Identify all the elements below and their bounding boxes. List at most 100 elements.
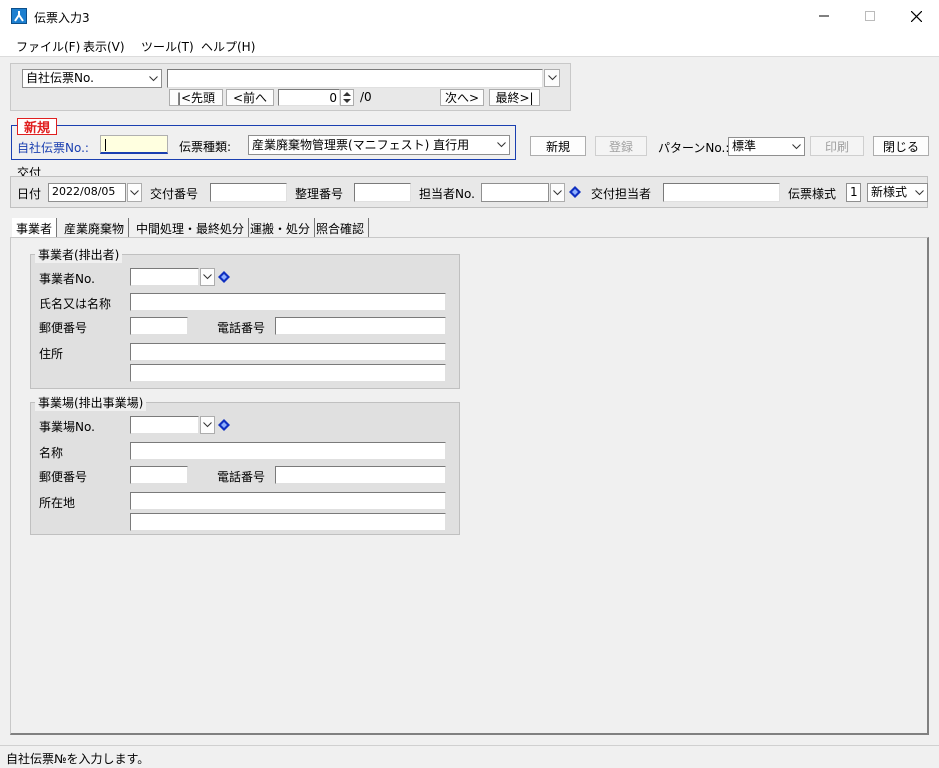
close-form-button[interactable]: 閉じる (873, 136, 929, 156)
register-button[interactable]: 登録 (595, 136, 647, 156)
format-label: 伝票様式 (788, 187, 837, 201)
business-zip-input[interactable] (130, 317, 188, 335)
issuer-input[interactable] (663, 183, 780, 202)
menu-view[interactable]: 表示(V) (83, 38, 125, 55)
chevron-down-icon (788, 138, 804, 155)
minimize-button[interactable] (801, 0, 847, 32)
issue-no-input[interactable] (210, 183, 287, 202)
tab-transport-disposal[interactable]: 運搬・処分 (246, 218, 316, 238)
business-dropdown-button[interactable] (200, 268, 215, 286)
slip-type-label: 伝票種類: (179, 140, 232, 154)
search-dropdown-button[interactable] (544, 69, 560, 87)
business-tel-input[interactable] (275, 317, 446, 335)
site-no-input[interactable] (130, 416, 199, 434)
business-zip-label: 郵便番号 (39, 321, 88, 335)
app-icon (11, 8, 27, 24)
staff-no-input[interactable] (481, 183, 549, 202)
new-mode-badge: 新規 (17, 118, 57, 136)
site-zip-input[interactable] (130, 466, 188, 484)
menu-tools[interactable]: ツール(T) (141, 38, 194, 55)
tab-intermediate-final[interactable]: 中間処理・最終処分 (132, 218, 250, 238)
next-button[interactable]: 次へ> (440, 89, 484, 106)
slip-type-value: 産業廃棄物管理票(マニフェスト) 直行用 (252, 138, 470, 152)
minimize-icon (819, 15, 829, 17)
text-caret (105, 139, 106, 151)
chevron-down-icon (911, 184, 927, 201)
record-total: /0 (360, 90, 372, 104)
chevron-down-icon (130, 189, 139, 195)
first-button[interactable]: |<先頭 (169, 89, 223, 106)
menu-help[interactable]: ヘルプ(H) (201, 38, 255, 55)
site-zip-label: 郵便番号 (39, 470, 88, 484)
pattern-label: パターンNo.: (658, 141, 730, 155)
tab-verification[interactable]: 照合確認 (312, 218, 370, 238)
business-name-label: 氏名又は名称 (39, 297, 112, 311)
business-address-line1[interactable] (130, 343, 446, 361)
date-picker-button[interactable] (127, 183, 142, 202)
ref-no-label: 整理番号 (295, 187, 344, 201)
site-group-title: 事業場(排出事業場) (35, 394, 147, 411)
format-no-value: 1 (850, 185, 858, 199)
site-no-label: 事業場No. (39, 420, 95, 434)
business-lookup-button[interactable] (218, 271, 230, 283)
chevron-down-icon (203, 422, 212, 428)
site-tel-label: 電話番号 (217, 470, 266, 484)
record-counter-value: 0 (329, 91, 337, 105)
record-counter[interactable]: 0 (278, 89, 340, 106)
format-select[interactable]: 新様式 (867, 183, 928, 202)
tab-industrial-waste[interactable]: 産業廃棄物 (60, 218, 130, 238)
staff-no-label: 担当者No. (419, 187, 475, 201)
prev-button[interactable]: <前へ (226, 89, 274, 106)
chevron-down-icon (145, 70, 161, 87)
tab-business[interactable]: 事業者 (12, 218, 58, 238)
diamond-icon (218, 271, 230, 283)
chevron-down-icon (493, 136, 509, 154)
business-group-title: 事業者(排出者) (35, 246, 123, 263)
business-no-input[interactable] (130, 268, 199, 286)
site-address-line1[interactable] (130, 492, 446, 510)
ref-no-input[interactable] (354, 183, 411, 202)
date-label: 日付 (17, 187, 42, 201)
window-title: 伝票入力3 (34, 11, 90, 25)
key-select[interactable]: 自社伝票No. (22, 69, 162, 88)
search-input[interactable] (167, 69, 543, 88)
staff-dropdown-button[interactable] (550, 183, 565, 202)
maximize-button[interactable] (847, 0, 893, 32)
site-name-input[interactable] (130, 442, 446, 460)
last-button[interactable]: 最終>| (489, 89, 540, 106)
close-button[interactable] (893, 0, 939, 32)
close-icon (910, 10, 922, 22)
spin-arrows-icon (343, 92, 351, 103)
new-button[interactable]: 新規 (530, 136, 586, 156)
maximize-icon (865, 11, 875, 21)
site-tel-input[interactable] (275, 466, 446, 484)
chevron-down-icon (553, 189, 562, 195)
menu-file[interactable]: ファイル(F) (16, 38, 80, 55)
business-name-input[interactable] (130, 293, 446, 311)
staff-lookup-button[interactable] (569, 186, 581, 198)
diamond-icon (218, 419, 230, 431)
slip-no-input[interactable] (100, 135, 168, 154)
business-address-line2[interactable] (130, 364, 446, 382)
site-dropdown-button[interactable] (200, 416, 215, 434)
counter-spinner[interactable] (340, 89, 354, 106)
status-text: 自社伝票№を入力します。 (6, 752, 150, 766)
business-no-label: 事業者No. (39, 272, 95, 286)
title-bar (0, 0, 939, 33)
business-address-label: 住所 (39, 347, 64, 361)
issuer-label: 交付担当者 (591, 187, 652, 201)
site-lookup-button[interactable] (218, 419, 230, 431)
print-button[interactable]: 印刷 (810, 136, 864, 156)
slip-no-label: 自社伝票No.: (17, 141, 89, 155)
site-address-label: 所在地 (39, 496, 76, 510)
pattern-select[interactable]: 標準 (728, 137, 805, 156)
chevron-down-icon (547, 75, 557, 81)
date-value: 2022/08/05 (52, 185, 116, 198)
date-input[interactable]: 2022/08/05 (48, 183, 126, 202)
site-address-line2[interactable] (130, 513, 446, 531)
diamond-icon (569, 186, 581, 198)
chevron-down-icon (203, 274, 212, 280)
business-tel-label: 電話番号 (217, 321, 266, 335)
site-name-label: 名称 (39, 446, 64, 460)
slip-type-select[interactable]: 産業廃棄物管理票(マニフェスト) 直行用 (248, 135, 510, 155)
